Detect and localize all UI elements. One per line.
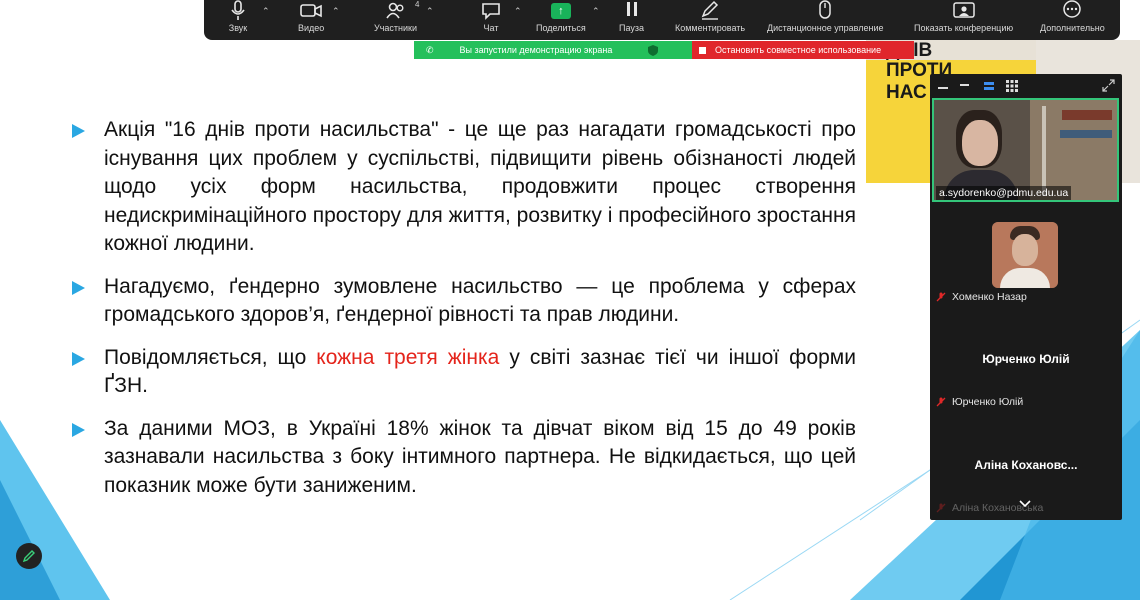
share-screen-icon: ↑ [550,3,571,19]
audio-options-chevron-icon[interactable]: ⌃ [262,6,270,17]
participants-options-chevron-icon[interactable]: ⌃ [426,6,434,17]
bullet-arrow-icon [72,351,85,366]
video-panel-header [930,74,1122,96]
show-meeting-button[interactable]: Показать конференцию [914,0,1013,40]
participants-count: 4 [415,0,420,9]
slide-bullet: Нагадуємо, ґендерно зумовлене насильство… [72,273,856,330]
pencil-icon [22,550,35,563]
muted-mic-icon [936,397,946,407]
active-speaker-video[interactable]: a.sydorenko@pdmu.edu.ua [932,98,1119,202]
bullet-text-before: Повідомляється, що [104,345,317,369]
video-button[interactable]: Видео [298,0,324,40]
bullet-arrow-icon [72,124,85,138]
bullet-highlight-text: кожна третя жінка [316,345,500,369]
share-screen-button[interactable]: ↑ Поделиться [536,0,586,40]
stop-sharing-button[interactable]: Остановить совместное использование [692,41,914,59]
active-speaker-name: a.sydorenko@pdmu.edu.ua [936,186,1072,200]
show-meeting-label: Показать конференцию [914,23,1014,33]
remote-control-mouse-icon [819,0,831,19]
minimize-icon[interactable] [938,87,948,89]
phone-icon: ✆ [426,44,434,55]
participant-display-name: Юрченко Юлій [982,352,1070,366]
slide-bullet: Повідомляється, що кожна третя жінка у с… [72,344,856,401]
gallery-view-icon[interactable] [1006,80,1018,92]
participant-name: Юрченко Юлій [952,396,1024,408]
bullet-text: За даними МОЗ, в Україні 18% жінок та ді… [104,416,856,497]
meeting-toolbar: Звук ⌃ Видео ⌃ Участники 4 ⌃ Чат ⌃ ↑ Под… [204,0,1120,40]
pause-label: Пауза [619,23,645,33]
slide-bullet: За даними МОЗ, в Україні 18% жінок та ді… [72,415,856,501]
expand-icon[interactable] [1102,79,1115,92]
chat-options-chevron-icon[interactable]: ⌃ [514,6,522,17]
remote-control-button[interactable]: Дистанционное управление [767,0,883,40]
participants-label: Участники [374,23,417,33]
sharing-status-banner: ✆ Вы запустили демонстрацию экрана [414,41,692,59]
pause-icon [626,2,637,16]
annotate-label: Комментировать [675,23,746,33]
slide-content: Акція "16 днів проти насильства" - це ще… [72,116,856,514]
participant-name: Хоменко Назар [952,291,1027,303]
share-options-chevron-icon[interactable]: ⌃ [592,6,600,17]
annotate-button[interactable]: Комментировать [675,0,745,40]
audio-label: Звук [228,23,248,33]
remote-control-label: Дистанционное управление [767,23,884,33]
sharing-status-text: Вы запустили демонстрацию экрана [459,45,613,55]
chat-button[interactable]: Чат [480,0,502,40]
stop-square-icon [699,46,706,54]
show-meeting-icon [952,2,975,18]
pause-share-button[interactable]: Пауза [619,0,644,40]
chat-icon [482,3,500,20]
more-icon [1063,0,1082,18]
slide-bullet: Акція "16 днів проти насильства" - це ще… [72,116,856,259]
annotate-pen-icon [701,0,719,20]
muted-mic-icon [936,292,946,302]
shield-icon [648,44,659,56]
audio-button[interactable]: Звук [228,0,248,40]
participants-icon [385,2,403,19]
floating-annotate-button[interactable] [16,543,42,569]
more-label: Дополнительно [1040,23,1105,33]
more-button[interactable]: Дополнительно [1040,0,1105,40]
speaker-view-icon[interactable] [984,82,994,85]
muted-mic-icon [936,503,946,513]
bullet-arrow-icon [72,422,85,437]
hide-self-icon[interactable] [960,84,969,86]
scroll-down-chevron-icon[interactable] [1019,500,1031,508]
bullet-text: Акція "16 днів проти насильства" - це ще… [104,118,856,255]
video-label: Видео [298,23,325,33]
video-camera-icon [300,4,322,18]
bullet-arrow-icon [72,280,85,295]
bullet-text: Нагадуємо, ґендерно зумовлене насильство… [104,274,856,327]
participants-button[interactable]: Участники [374,0,417,40]
chat-label: Чат [483,23,499,33]
poster-line-3: НАС [886,82,927,103]
share-screen-label: Поделиться [536,23,586,33]
participant-avatar [992,222,1058,288]
stop-sharing-label: Остановить совместное использование [715,45,882,55]
video-panel: a.sydorenko@pdmu.edu.ua Хоменко Назар Юр… [930,74,1122,520]
video-options-chevron-icon[interactable]: ⌃ [332,6,340,17]
participant-display-name: Аліна Кохановс... [974,458,1078,472]
microphone-icon [231,0,245,20]
